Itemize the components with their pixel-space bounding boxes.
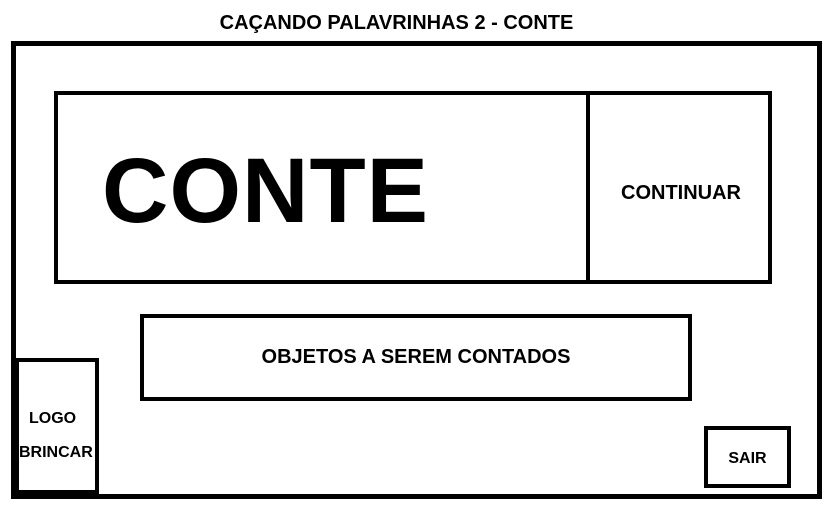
continue-button[interactable]: CONTINUAR <box>586 91 772 284</box>
continue-button-label: CONTINUAR <box>621 182 741 204</box>
page-title: CAÇANDO PALAVRINHAS 2 - CONTE <box>219 12 574 34</box>
word-display-panel: CONTE <box>54 91 591 284</box>
objects-to-count-area: OBJETOS A SEREM CONTADOS <box>140 314 692 401</box>
objects-to-count-label: OBJETOS A SEREM CONTADOS <box>261 346 571 368</box>
word-display: CONTE <box>102 140 429 242</box>
logo-placeholder: LOGO BRINCAR <box>15 358 99 494</box>
logo-label-line2: BRINCAR <box>19 444 93 461</box>
logo-label-line1: LOGO <box>29 410 77 427</box>
exit-button-label: SAIR <box>728 450 767 467</box>
exit-button[interactable]: SAIR <box>704 426 791 488</box>
